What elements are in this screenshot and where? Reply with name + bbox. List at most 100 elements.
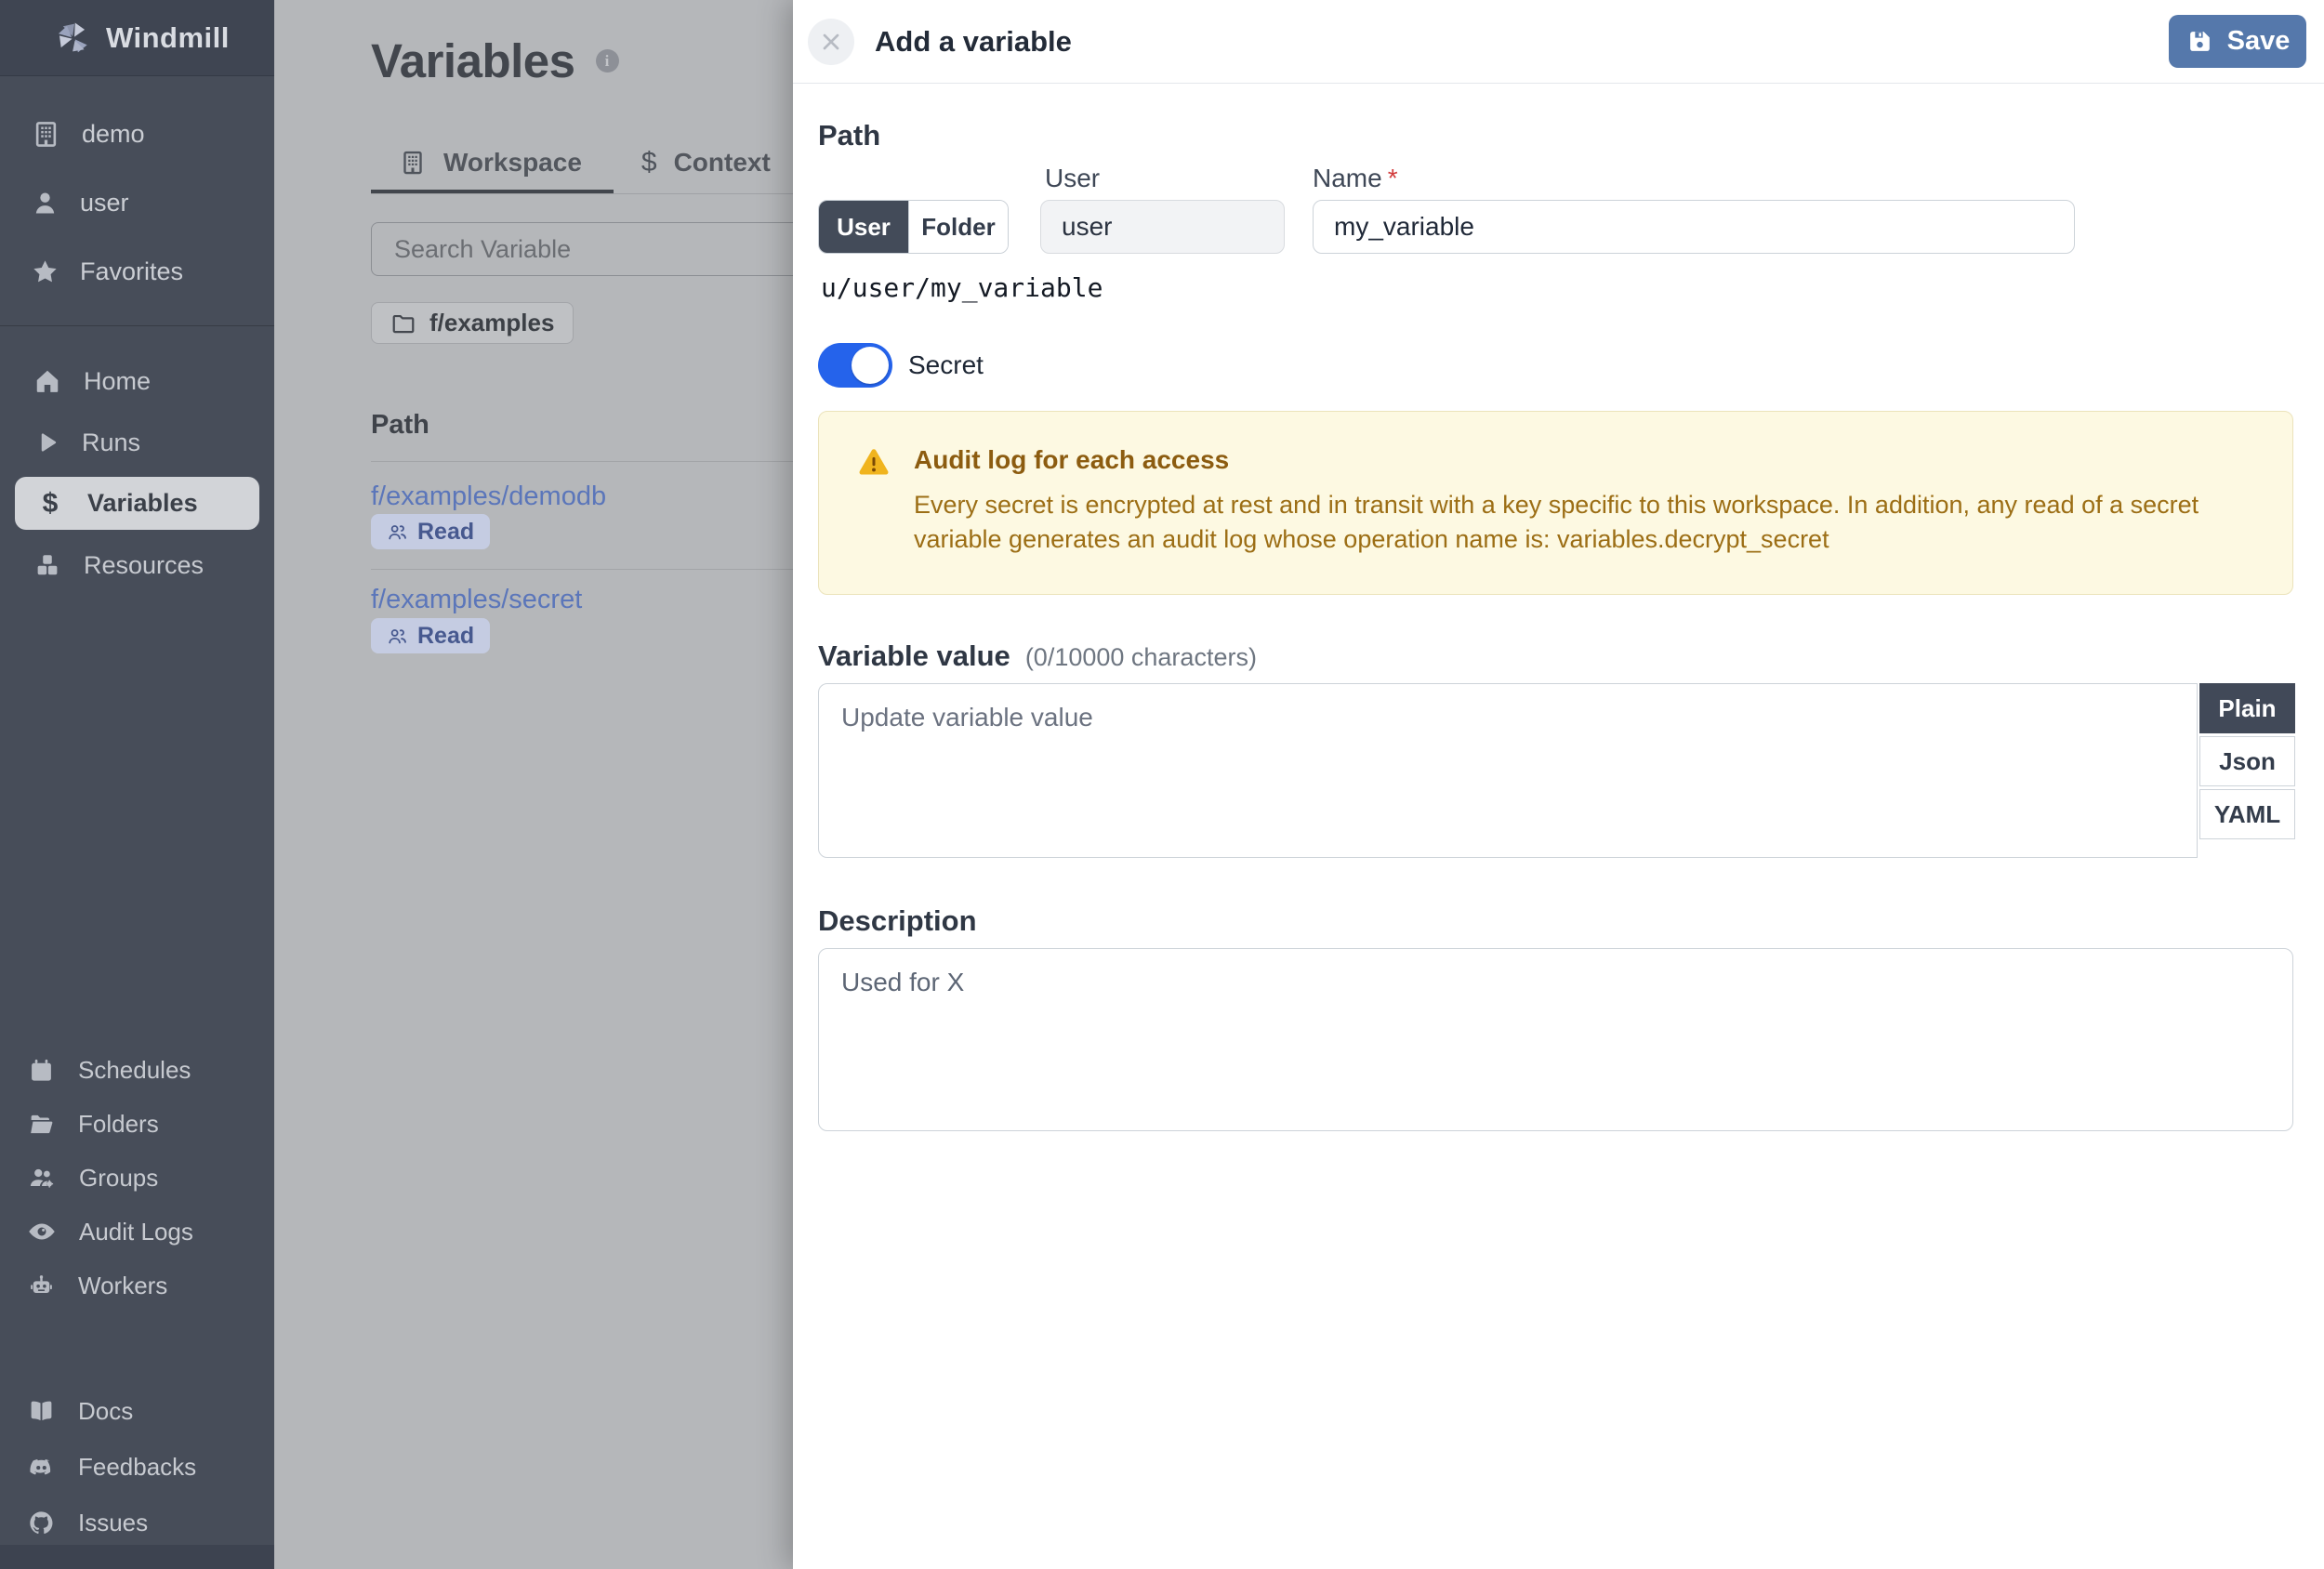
close-icon xyxy=(818,29,844,55)
sidebar-item-home[interactable]: Home xyxy=(0,350,274,412)
user-label: user xyxy=(80,188,129,217)
calendar-icon xyxy=(28,1057,55,1084)
owner-kind-segmented: User Folder xyxy=(818,200,1009,254)
nav-label: Docs xyxy=(78,1396,134,1425)
workspace-label: demo xyxy=(82,119,145,148)
warning-title: Audit log for each access xyxy=(914,445,1230,474)
format-tab-plain[interactable]: Plain xyxy=(2199,683,2295,733)
tab-label: Workspace xyxy=(443,148,582,177)
sidebar-item-groups[interactable]: Groups xyxy=(0,1151,274,1205)
sidebar-item-variables[interactable]: $ Variables xyxy=(15,477,259,530)
tab-context[interactable]: $ Context xyxy=(614,147,802,193)
groups-icon xyxy=(28,1164,56,1192)
tab-label: Context xyxy=(673,148,771,177)
chip-label: f/examples xyxy=(429,309,555,336)
name-field-label: Name * xyxy=(1313,164,1398,193)
full-path-preview: u/user/my_variable xyxy=(821,272,1103,303)
dollar-icon: $ xyxy=(640,147,657,178)
sidebar-item-user[interactable]: user xyxy=(0,168,274,237)
dollar-icon: $ xyxy=(42,487,59,519)
owner-kind-folder-button[interactable]: Folder xyxy=(908,201,1008,253)
nav-label: Runs xyxy=(82,428,141,456)
badge-label: Read xyxy=(417,622,475,649)
description-textarea[interactable] xyxy=(818,948,2293,1131)
sidebar-item-audit-logs[interactable]: Audit Logs xyxy=(0,1205,274,1259)
nav-label: Variables xyxy=(87,489,198,517)
value-section-heading-row: Variable value (0/10000 characters) xyxy=(818,639,1257,673)
drawer-header: Add a variable Save xyxy=(793,0,2324,84)
nav-label: Workers xyxy=(78,1271,168,1299)
permission-badge: Read xyxy=(371,618,491,653)
github-icon xyxy=(28,1510,55,1536)
play-icon xyxy=(33,429,59,455)
app-name: Windmill xyxy=(106,20,230,54)
drawer-title: Add a variable xyxy=(875,24,1072,58)
close-button[interactable] xyxy=(808,18,854,65)
toggle-knob xyxy=(852,347,889,384)
format-tab-yaml[interactable]: YAML xyxy=(2199,789,2295,839)
discord-icon xyxy=(28,1454,55,1481)
sidebar-item-workspace[interactable]: demo xyxy=(0,99,274,168)
permission-badge: Read xyxy=(371,514,491,549)
badge-label: Read xyxy=(417,518,475,545)
search-input[interactable] xyxy=(371,222,808,276)
variable-value-textarea[interactable] xyxy=(818,683,2198,858)
folder-filter-chip[interactable]: f/examples xyxy=(371,302,574,344)
variable-link[interactable]: f/examples/secret xyxy=(371,585,582,615)
nav-label: Audit Logs xyxy=(79,1217,193,1246)
robot-icon xyxy=(28,1272,55,1299)
windmill-logo-icon xyxy=(54,19,93,58)
star-icon xyxy=(31,257,59,286)
sidebar-item-feedbacks[interactable]: Feedbacks xyxy=(0,1439,274,1495)
tab-workspace[interactable]: Workspace xyxy=(371,147,614,193)
page-title: Variables xyxy=(371,34,575,87)
sidebar-item-docs[interactable]: Docs xyxy=(0,1383,274,1439)
audit-warning-banner: Audit log for each access Every secret i… xyxy=(818,411,2293,595)
description-section-heading: Description xyxy=(818,904,977,937)
home-icon xyxy=(33,367,61,395)
nav-label: Resources xyxy=(84,550,205,579)
secret-toggle[interactable] xyxy=(818,343,892,388)
sidebar-divider xyxy=(0,325,274,326)
page-title-row: Variables i xyxy=(371,33,619,88)
sidebar-item-workers[interactable]: Workers xyxy=(0,1259,274,1312)
owner-kind-user-button[interactable]: User xyxy=(819,201,908,253)
eye-icon xyxy=(28,1218,56,1246)
sidebar-item-resources[interactable]: Resources xyxy=(0,534,274,596)
warning-icon xyxy=(857,445,891,479)
app-logo[interactable]: Windmill xyxy=(0,0,274,76)
info-icon[interactable]: i xyxy=(595,49,619,73)
sidebar-item-folders[interactable]: Folders xyxy=(0,1097,274,1151)
add-variable-drawer: Add a variable Save Path User Name * User… xyxy=(793,0,2324,1569)
save-label: Save xyxy=(2226,26,2291,56)
nav-label: Folders xyxy=(78,1109,159,1138)
warning-body: Every secret is encrypted at rest and in… xyxy=(914,491,2199,553)
nav-label: Issues xyxy=(78,1508,149,1536)
nav-label: Schedules xyxy=(78,1055,191,1084)
format-tab-json[interactable]: Json xyxy=(2199,736,2295,786)
sidebar-item-runs[interactable]: Runs xyxy=(0,412,274,473)
sidebar-item-schedules[interactable]: Schedules xyxy=(0,1043,274,1097)
path-owner-input[interactable] xyxy=(1040,200,1285,254)
sidebar-admin-nav: Schedules Folders Groups Audit Logs Work… xyxy=(0,1043,274,1312)
name-label-text: Name xyxy=(1313,164,1382,192)
warning-text: Audit log for each access Every secret i… xyxy=(914,445,2238,557)
variable-link[interactable]: f/examples/demodb xyxy=(371,481,606,512)
secret-label: Secret xyxy=(908,350,984,379)
path-column-header: Path xyxy=(371,410,429,440)
sidebar-main-nav: Home Runs $ Variables Resources xyxy=(0,350,274,596)
variable-name-input[interactable] xyxy=(1313,200,2075,254)
sidebar-item-favorites[interactable]: Favorites xyxy=(0,237,274,306)
sidebar-footer xyxy=(0,1545,274,1569)
save-button[interactable]: Save xyxy=(2169,15,2306,68)
favorites-label: Favorites xyxy=(80,257,184,285)
building-icon xyxy=(31,119,61,150)
floppy-icon xyxy=(2185,27,2214,56)
value-section-heading: Variable value xyxy=(818,639,1010,672)
sidebar-item-issues[interactable]: Issues xyxy=(0,1495,274,1550)
sidebar-account-group: demo user Favorites xyxy=(0,99,274,306)
windmill-app: Windmill demo user Favorites Home Runs $… xyxy=(0,0,2324,1569)
user-field-label: User xyxy=(1045,164,1101,192)
cubes-icon xyxy=(33,551,61,579)
people-icon xyxy=(387,521,408,543)
